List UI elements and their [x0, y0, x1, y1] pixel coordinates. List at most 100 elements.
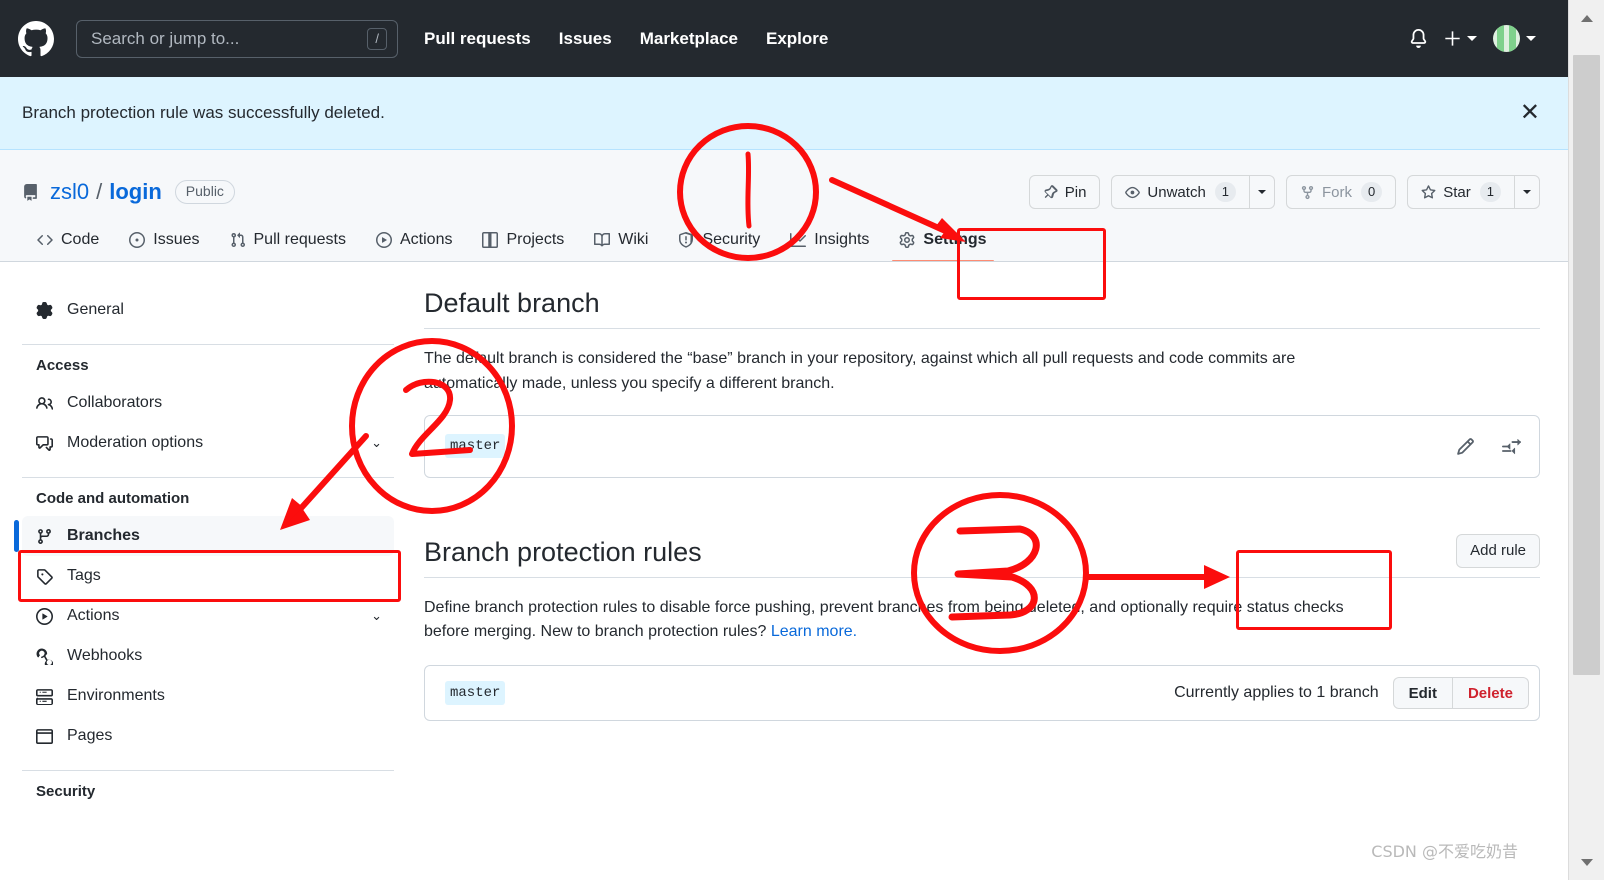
tab-actions[interactable]: Actions	[361, 225, 467, 262]
sidebar-group-code-and-automation: Code and automation	[36, 490, 190, 507]
tab-wiki[interactable]: Wiki	[579, 225, 663, 262]
global-nav: Pull requests Issues Marketplace Explore	[424, 29, 828, 49]
fork-label: Fork	[1322, 183, 1353, 201]
tab-security[interactable]: Security	[663, 225, 775, 262]
sidebar-item-actions[interactable]: Actions ⌄	[22, 596, 394, 636]
sidebar-item-label: Environments	[67, 687, 165, 704]
search-input[interactable]: Search or jump to... /	[76, 19, 398, 58]
chevron-down-icon[interactable]: ⌄	[371, 435, 382, 451]
github-mark-icon[interactable]	[18, 20, 54, 57]
repo-tabs: Code Issues Pull requests Actions Projec…	[0, 225, 1568, 262]
repo-actions: Pin Unwatch 1 Fork 0 Star 1	[1028, 175, 1540, 209]
tab-projects[interactable]: Projects	[467, 225, 579, 262]
sidebar-item-general[interactable]: General	[22, 290, 394, 330]
chevron-down-icon	[1526, 36, 1536, 41]
star-label: Star	[1443, 183, 1471, 201]
branch-protection-description-text: Define branch protection rules to disabl…	[424, 598, 1344, 641]
watch-dropdown-button[interactable]	[1250, 175, 1276, 209]
scroll-up-arrow-icon[interactable]	[1569, 0, 1604, 36]
avatar[interactable]	[1493, 25, 1536, 52]
default-branch-panel: master	[424, 414, 1540, 478]
bell-icon[interactable]	[1409, 29, 1428, 48]
sidebar-divider	[22, 344, 394, 345]
repo-separator: /	[96, 179, 103, 204]
tab-label: Actions	[400, 231, 453, 248]
arrow-switch-icon[interactable]	[1502, 437, 1521, 456]
global-header: Search or jump to... / Pull requests Iss…	[0, 0, 1568, 77]
edit-rule-button[interactable]: Edit	[1392, 677, 1453, 710]
repo-header: zsl0 / login Public Pin Unwatch 1 Fork 0…	[0, 150, 1568, 262]
repo-owner-link[interactable]: zsl0	[50, 179, 89, 205]
watch-count: 1	[1214, 181, 1237, 203]
branch-protection-description: Define branch protection rules to disabl…	[424, 596, 1364, 646]
scroll-down-arrow-icon[interactable]	[1569, 844, 1604, 880]
tab-label: Settings	[923, 231, 987, 248]
star-count: 1	[1479, 181, 1501, 203]
settings-main: Default branch The default branch is con…	[394, 288, 1540, 809]
tab-issues[interactable]: Issues	[114, 225, 214, 262]
tab-label: Insights	[814, 231, 870, 248]
vertical-scrollbar[interactable]	[1568, 0, 1604, 880]
tab-code[interactable]: Code	[22, 225, 114, 262]
pencil-icon[interactable]	[1456, 437, 1475, 456]
default-branch-section: Default branch The default branch is con…	[424, 288, 1540, 478]
nav-pull-requests[interactable]: Pull requests	[424, 29, 531, 49]
chevron-down-icon[interactable]: ⌄	[371, 608, 382, 624]
pin-button[interactable]: Pin	[1028, 175, 1101, 209]
sidebar-item-label: Moderation options	[67, 434, 204, 451]
repo-visibility-badge: Public	[174, 180, 235, 204]
sidebar-item-label: Actions	[67, 607, 120, 624]
sidebar-item-tags[interactable]: Tags	[22, 556, 394, 596]
watermark: CSDN @不爱吃奶昔	[1371, 842, 1518, 861]
tab-insights[interactable]: Insights	[775, 225, 884, 262]
close-icon[interactable]: ✕	[1520, 101, 1540, 125]
nav-explore[interactable]: Explore	[766, 29, 828, 49]
tab-label: Code	[61, 231, 100, 248]
sidebar-item-environments[interactable]: Environments	[22, 676, 394, 716]
unwatch-button[interactable]: Unwatch 1	[1111, 175, 1251, 209]
sidebar-group-security: Security	[36, 783, 96, 800]
sidebar-divider	[22, 770, 394, 771]
sidebar-item-label: Branches	[67, 527, 140, 544]
repo-name-link[interactable]: login	[109, 179, 162, 205]
fork-count: 0	[1361, 181, 1383, 203]
tab-pull-requests[interactable]: Pull requests	[215, 225, 362, 262]
plus-icon[interactable]	[1444, 30, 1477, 47]
sidebar-divider	[22, 477, 394, 478]
sidebar-item-moderation-options[interactable]: Moderation options ⌄	[22, 423, 394, 463]
fork-button[interactable]: Fork 0	[1286, 175, 1397, 209]
chevron-down-icon	[1258, 190, 1267, 194]
sidebar-item-label: Tags	[67, 567, 101, 584]
tab-settings[interactable]: Settings	[884, 225, 1001, 262]
table-row: master Currently applies to 1 branch Edi…	[424, 665, 1540, 722]
browser-viewport: Search or jump to... / Pull requests Iss…	[0, 0, 1568, 880]
tab-label: Security	[702, 231, 761, 248]
chevron-down-icon	[1523, 190, 1531, 194]
branch-protection-rules-section: Branch protection rules Add rule Define …	[424, 533, 1540, 722]
default-branch-header: Default branch	[424, 288, 1540, 329]
repo-title-row: zsl0 / login Public Pin Unwatch 1 Fork 0…	[22, 172, 1540, 212]
delete-rule-button[interactable]: Delete	[1452, 677, 1529, 710]
star-button-group: Star 1	[1407, 175, 1540, 209]
add-rule-button[interactable]: Add rule	[1456, 533, 1540, 568]
star-button[interactable]: Star 1	[1407, 175, 1515, 209]
nav-marketplace[interactable]: Marketplace	[640, 29, 738, 49]
pin-label: Pin	[1064, 183, 1087, 201]
learn-more-link[interactable]: Learn more.	[771, 623, 857, 640]
global-header-right	[1409, 25, 1550, 52]
unwatch-label: Unwatch	[1147, 183, 1206, 201]
sidebar-item-label: Pages	[67, 727, 113, 744]
sidebar-item-collaborators[interactable]: Collaborators	[22, 383, 394, 423]
avatar-icon	[1493, 25, 1520, 52]
tab-label: Issues	[153, 231, 200, 248]
sidebar-item-webhooks[interactable]: Webhooks	[22, 636, 394, 676]
default-branch-actions	[1456, 437, 1521, 456]
sidebar-item-label: Collaborators	[67, 394, 163, 411]
sidebar-item-branches[interactable]: Branches	[14, 516, 394, 556]
star-dropdown-button[interactable]	[1515, 175, 1540, 209]
sidebar-item-label: Webhooks	[67, 647, 143, 664]
nav-issues[interactable]: Issues	[559, 29, 612, 49]
scrollbar-thumb[interactable]	[1573, 55, 1600, 675]
sidebar-item-pages[interactable]: Pages	[22, 716, 394, 756]
default-branch-name: master	[445, 434, 506, 459]
